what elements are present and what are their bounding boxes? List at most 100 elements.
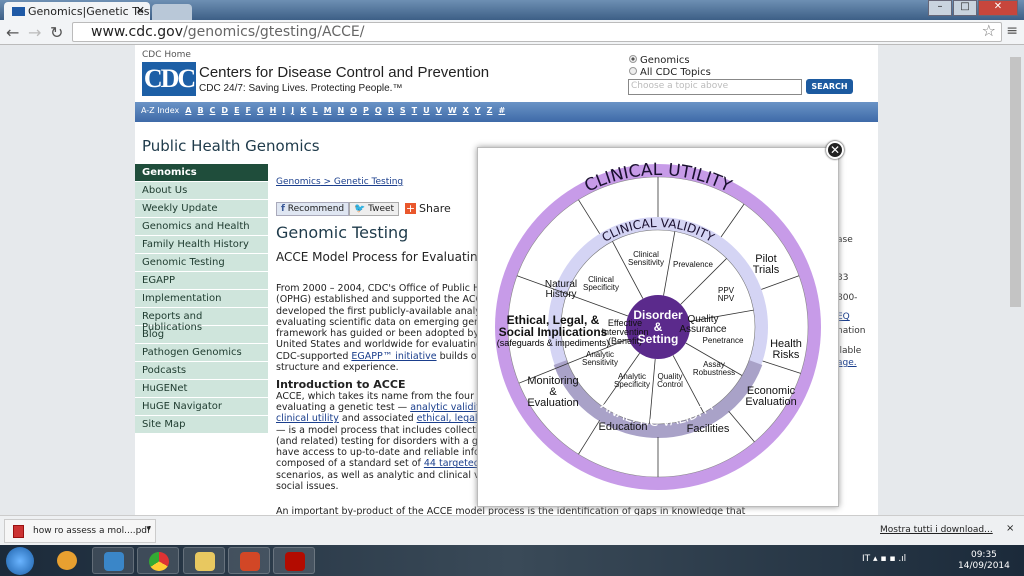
az-letter[interactable]: I [282, 106, 285, 115]
lightbox-close-icon[interactable]: ✕ [826, 141, 844, 159]
az-letter[interactable]: D [221, 106, 228, 115]
inner-segment-label-line: Specificity [614, 380, 650, 389]
az-letter[interactable]: A [185, 106, 191, 115]
outer-segment-label-line: Facilities [687, 423, 730, 435]
new-tab-button[interactable] [152, 4, 192, 20]
az-letter[interactable]: X [463, 106, 469, 115]
tab-close-icon[interactable]: ✕ [136, 4, 145, 17]
az-letter[interactable]: M [324, 106, 332, 115]
download-bar-close[interactable]: × [1006, 523, 1014, 534]
taskbar-explorer[interactable] [183, 547, 225, 574]
sidebar-item[interactable]: Genomics [135, 164, 268, 182]
inner-segment-label: PPV NPV [718, 286, 735, 303]
az-letter[interactable]: Q [375, 106, 382, 115]
elsi-link[interactable]: ethical, legal ar [417, 413, 482, 424]
az-letter[interactable]: K [300, 106, 306, 115]
sidebar-item[interactable]: Genomics and Health [135, 218, 268, 236]
az-letter[interactable]: L [312, 106, 317, 115]
taskbar-app-1[interactable] [46, 547, 88, 574]
az-letter[interactable]: G [257, 106, 264, 115]
address-bar[interactable]: www.cdc.gov/genomics/gtesting/ACCE/ [72, 22, 1002, 42]
download-item[interactable]: how ro assess a mol....pdf ▾ [4, 519, 156, 543]
az-letter[interactable]: F [246, 106, 251, 115]
reload-icon[interactable]: ↻ [50, 23, 63, 42]
sidebar-item[interactable]: EGAPP [135, 272, 268, 290]
az-letter[interactable]: Y [475, 106, 481, 115]
az-letter[interactable]: R [388, 106, 394, 115]
az-letter[interactable]: P [363, 106, 369, 115]
az-letter[interactable]: T [412, 106, 417, 115]
tab-active[interactable]: Genomics|Genetic Testing✕ [4, 2, 150, 20]
sidebar-item[interactable]: Podcasts [135, 362, 268, 380]
az-letter[interactable]: V [436, 106, 442, 115]
start-button[interactable] [6, 547, 34, 575]
outer-segment-label: Facilities [687, 423, 730, 435]
sidebar-item[interactable]: Pathogen Genomics [135, 344, 268, 362]
outer-segment-label-line: Evaluation [527, 397, 578, 409]
elsi-label-line: Social Implications [499, 325, 608, 339]
forward-icon[interactable]: → [28, 23, 41, 42]
pdf-icon [13, 525, 24, 538]
outer-segment-label: Economic Evaluation [745, 385, 796, 408]
minimize-button[interactable]: – [928, 0, 952, 16]
az-letter[interactable]: C [210, 106, 216, 115]
radio-all-topics[interactable]: All CDC Topics [629, 67, 711, 78]
sidebar-item[interactable]: Genomic Testing [135, 254, 268, 272]
sidebar-item[interactable]: Weekly Update [135, 200, 268, 218]
az-index-label[interactable]: A-Z Index [141, 106, 179, 115]
egapp-link[interactable]: EGAPP™ initiative [351, 351, 436, 362]
az-letter[interactable]: # [498, 106, 505, 115]
az-letter[interactable]: S [400, 106, 406, 115]
sidebar-item[interactable]: HuGENet [135, 380, 268, 398]
tweet-button[interactable]: 🐦 Tweet [349, 202, 400, 216]
inner-segment-label-line: NPV [718, 294, 735, 303]
share-button[interactable]: + Share [405, 202, 451, 215]
az-letter[interactable]: W [448, 106, 457, 115]
radio-genomics[interactable]: Genomics [629, 55, 690, 66]
sidebar-item[interactable]: Family Health History [135, 236, 268, 254]
download-bar: how ro assess a mol....pdf ▾ Mostra tutt… [0, 515, 1024, 545]
scrollbar[interactable] [1007, 45, 1024, 515]
az-letter[interactable]: J [291, 106, 294, 115]
bookmark-star-icon[interactable]: ☆ [982, 21, 996, 40]
taskbar-powerpoint[interactable] [228, 547, 270, 574]
az-letter[interactable]: N [338, 106, 345, 115]
clinical-utility-link[interactable]: clinical utility [276, 413, 339, 424]
inner-segment-label-line: Specificity [583, 283, 619, 292]
cdc-logo[interactable]: CDC [142, 62, 196, 96]
sidebar-item[interactable]: Site Map [135, 416, 268, 434]
az-letter[interactable]: O [350, 106, 357, 115]
menu-icon[interactable]: ≡ [1006, 23, 1018, 39]
az-letter[interactable]: H [270, 106, 277, 115]
scrollbar-thumb[interactable] [1010, 57, 1021, 307]
cdc-home-link[interactable]: CDC Home [142, 50, 191, 60]
sidebar-item[interactable]: Implementation [135, 290, 268, 308]
az-letter[interactable]: Z [487, 106, 493, 115]
site-title[interactable]: Public Health Genomics [142, 137, 320, 155]
search-input[interactable]: Choose a topic above [628, 79, 802, 95]
close-window-button[interactable]: ✕ [978, 0, 1018, 16]
show-all-downloads-link[interactable]: Mostra tutti i download... [880, 525, 993, 535]
az-letter[interactable]: E [234, 106, 239, 115]
search-button[interactable]: SEARCH [806, 79, 853, 94]
taskbar-acrobat[interactable] [273, 547, 315, 574]
maximize-button[interactable]: □ [953, 0, 977, 16]
sidebar-item[interactable]: About Us [135, 182, 268, 200]
inner-segment-label: Analytic Specificity [614, 372, 650, 389]
az-letter[interactable]: U [423, 106, 430, 115]
targeted-questions-link[interactable]: 44 targeted q [424, 458, 482, 469]
inner-segment-label-line: Sensitivity [628, 258, 664, 267]
facebook-recommend-button[interactable]: f Recommend [276, 202, 350, 216]
taskbar-chrome[interactable] [137, 547, 179, 574]
sidebar-item[interactable]: HuGE Navigator [135, 398, 268, 416]
back-icon[interactable]: ← [6, 23, 19, 42]
clock[interactable]: 09:35 14/09/2014 [958, 550, 1010, 572]
outer-segment-label: Natural History [545, 279, 577, 300]
analytic-validity-link[interactable]: analytic validity, [410, 402, 482, 413]
taskbar-media-player[interactable] [92, 547, 134, 574]
sidebar-item[interactable]: Reports and Publications [135, 308, 268, 333]
right-column-text: ilable [837, 346, 862, 356]
az-letter[interactable]: B [197, 106, 203, 115]
language-indicator[interactable]: IT [862, 554, 870, 564]
inner-segment-label: Penetrance [703, 336, 744, 345]
